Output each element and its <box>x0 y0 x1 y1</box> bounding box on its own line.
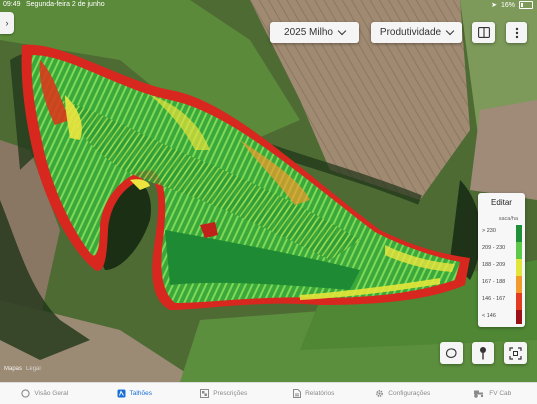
legend-entry: 167 - 188 <box>482 276 522 293</box>
status-time: 09:49 <box>3 1 21 8</box>
split-view-button[interactable] <box>472 22 495 43</box>
legal-link[interactable]: Legal <box>26 366 41 372</box>
battery-percent: 16% <box>501 2 515 9</box>
maps-brand: Mapas <box>4 366 22 372</box>
legend-unit: saca/ha <box>478 216 518 222</box>
yield-legend: Editar saca/ha > 230 209 - 230 188 - 209… <box>478 193 525 327</box>
chevron-down-icon <box>446 27 454 35</box>
legend-entry-label: 209 - 230 <box>482 245 512 251</box>
split-view-icon <box>478 27 490 38</box>
gear-icon <box>375 389 384 398</box>
tab-talhoes[interactable]: Talhões <box>90 383 180 404</box>
layer-dropdown-label: Produtividade <box>380 27 441 38</box>
pin-icon <box>478 346 488 360</box>
tab-configuracoes[interactable]: Configurações <box>358 383 448 404</box>
legend-edit-button[interactable]: Editar <box>478 198 525 207</box>
legend-entry-label: 146 - 167 <box>482 296 512 302</box>
fit-bounds-button[interactable] <box>504 342 527 364</box>
tab-label: FV Cab <box>489 390 511 397</box>
legend-entry-label: 167 - 188 <box>482 279 512 285</box>
legend-entry-label: < 146 <box>482 313 512 319</box>
layer-dropdown[interactable]: Produtividade <box>371 22 462 43</box>
battery-icon <box>519 1 533 9</box>
legend-swatch <box>516 242 522 259</box>
legend-entry-label: > 230 <box>482 228 512 234</box>
legend-swatch <box>516 293 522 310</box>
status-right: ➤ 16% <box>491 1 533 9</box>
tab-label: Prescrições <box>213 390 247 397</box>
season-dropdown-label: 2025 Milho <box>284 27 333 38</box>
field-icon <box>117 389 126 398</box>
tab-relatorios[interactable]: Relatórios <box>269 383 359 404</box>
satellite-map[interactable] <box>0 0 537 382</box>
more-options-button[interactable] <box>506 22 527 43</box>
tab-label: Configurações <box>388 390 430 397</box>
legend-entry: 209 - 230 <box>482 242 522 259</box>
sidebar-toggle-button[interactable]: › <box>0 12 14 34</box>
tab-fv-cab[interactable]: FV Cab <box>448 383 537 404</box>
more-vertical-icon <box>515 27 519 39</box>
legend-swatch <box>516 225 522 242</box>
tractor-icon <box>473 389 485 398</box>
maps-credit: Mapas Legal <box>4 366 41 372</box>
bottom-tab-bar: Visão Geral Talhões Prescrições Relatóri… <box>0 382 537 404</box>
tab-label: Visão Geral <box>34 390 68 397</box>
legend-entry: 146 - 167 <box>482 293 522 310</box>
prescription-icon <box>200 389 209 398</box>
boundary-tool-button[interactable] <box>440 342 463 364</box>
legend-swatch <box>516 276 522 293</box>
legend-entry: 188 - 209 <box>482 259 522 276</box>
circle-icon <box>21 389 30 398</box>
legend-entry-label: 188 - 209 <box>482 262 512 268</box>
map-canvas <box>0 0 537 382</box>
report-icon <box>292 389 301 398</box>
legend-swatch <box>516 310 522 324</box>
chevron-down-icon <box>338 27 346 35</box>
tab-prescricoes[interactable]: Prescrições <box>179 383 269 404</box>
legend-swatch <box>516 259 522 276</box>
tab-label: Relatórios <box>305 390 334 397</box>
status-bar: 09:49 Segunda-feira 2 de junho ➤ 16% <box>0 0 537 12</box>
status-date: Segunda-feira 2 de junho <box>26 1 105 8</box>
tab-label: Talhões <box>130 390 152 397</box>
chevron-right-icon: › <box>6 18 9 28</box>
legend-entry: > 230 <box>482 225 522 242</box>
fit-bounds-icon <box>509 347 522 360</box>
legend-entry: < 146 <box>482 310 522 324</box>
season-dropdown[interactable]: 2025 Milho <box>270 22 359 43</box>
location-arrow-icon: ➤ <box>491 1 497 9</box>
tab-visao-geral[interactable]: Visão Geral <box>0 383 90 404</box>
pin-button[interactable] <box>472 342 494 364</box>
lasso-icon <box>445 347 458 360</box>
